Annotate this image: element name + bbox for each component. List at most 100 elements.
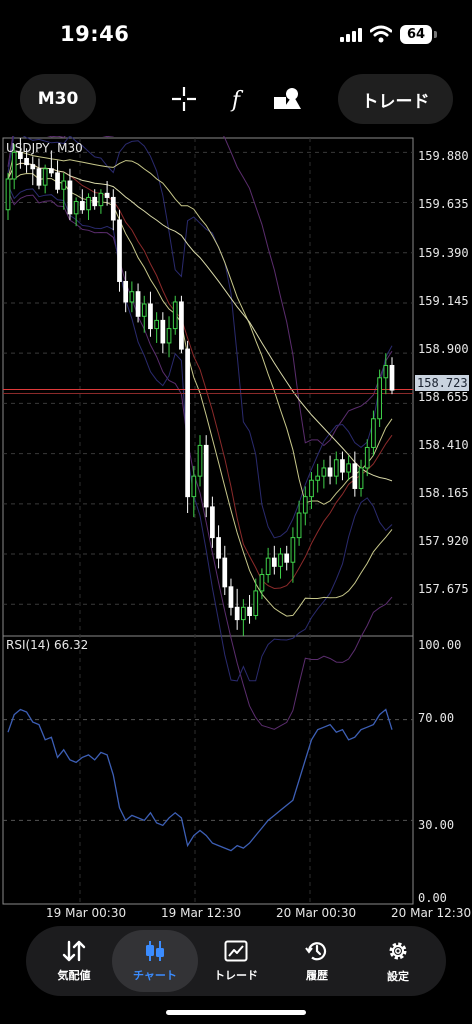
tab-label: 設定 bbox=[387, 969, 409, 983]
trade-button[interactable]: トレード bbox=[338, 74, 453, 124]
candle-body bbox=[61, 180, 67, 190]
candle-body bbox=[11, 151, 17, 180]
time-label: 20 Mar 12:30 bbox=[391, 906, 472, 920]
candle-body bbox=[166, 328, 172, 344]
candle-body bbox=[228, 586, 234, 608]
objects-icon[interactable] bbox=[272, 84, 302, 114]
candle-body bbox=[55, 172, 60, 190]
tab-history[interactable]: 履歴 bbox=[274, 930, 360, 992]
candle-body bbox=[259, 574, 265, 592]
candle-body bbox=[154, 319, 160, 330]
tab-settings[interactable]: 設定 bbox=[355, 930, 441, 992]
candle-body bbox=[364, 446, 370, 469]
candle-body bbox=[117, 219, 122, 282]
candle-body bbox=[389, 364, 395, 391]
status-bar: 19:46 64 bbox=[0, 0, 472, 70]
time-label: 19 Mar 00:30 bbox=[46, 906, 127, 920]
tab-label: 履歴 bbox=[306, 968, 328, 982]
candlestick-icon bbox=[146, 940, 164, 961]
chart-title: USDJPY, M30 bbox=[6, 141, 83, 155]
candle-body bbox=[123, 280, 129, 303]
rsi-level-label: 100.00 bbox=[418, 638, 462, 652]
candle-body bbox=[203, 444, 209, 508]
candle-body bbox=[141, 303, 147, 317]
price-label: 159.145 bbox=[418, 294, 469, 308]
home-indicator bbox=[166, 1010, 306, 1015]
candle-body bbox=[358, 467, 364, 489]
price-label: 157.675 bbox=[418, 582, 469, 596]
candle-body bbox=[222, 557, 228, 588]
price-label: 158.165 bbox=[418, 486, 469, 500]
candle-body bbox=[98, 192, 104, 207]
candle-body bbox=[24, 157, 29, 166]
candle-body bbox=[383, 364, 389, 379]
candle-body bbox=[271, 557, 277, 567]
cellular-signal-icon bbox=[340, 28, 362, 42]
rsi-level-label: 30.00 bbox=[418, 818, 455, 832]
candle-body bbox=[352, 463, 358, 489]
candle-body bbox=[36, 168, 42, 186]
candle-body bbox=[30, 164, 36, 170]
candle-body bbox=[290, 537, 296, 563]
candle-body bbox=[210, 506, 215, 539]
candle-body bbox=[309, 479, 314, 498]
battery-tip bbox=[434, 31, 437, 38]
price-label: 158.655 bbox=[418, 390, 469, 404]
candle-body bbox=[179, 301, 184, 350]
crosshair-icon[interactable] bbox=[169, 84, 199, 114]
candle-body bbox=[148, 303, 153, 330]
quotes-icon bbox=[62, 940, 86, 961]
tab-label: チャート bbox=[133, 968, 177, 982]
candle-body bbox=[247, 606, 252, 617]
candle-body bbox=[315, 475, 321, 481]
chart-frame bbox=[2, 137, 414, 905]
rsi-level-label: 0.00 bbox=[418, 891, 447, 905]
candle-body bbox=[327, 467, 333, 477]
candle-body bbox=[191, 475, 197, 498]
candle-body bbox=[86, 196, 91, 211]
current-price-tag: 158.723 bbox=[415, 375, 469, 391]
candle-body bbox=[340, 459, 345, 473]
time-label: 19 Mar 12:30 bbox=[161, 906, 242, 920]
candle-body bbox=[278, 553, 283, 567]
candle-body bbox=[67, 180, 73, 215]
candle-body bbox=[265, 557, 271, 576]
candle-body bbox=[73, 201, 79, 215]
timeframe-button[interactable]: M30 bbox=[20, 74, 96, 124]
candle-body bbox=[321, 467, 327, 477]
chart-canvas[interactable] bbox=[0, 136, 472, 926]
candle-body bbox=[216, 537, 221, 559]
envelope-lower bbox=[8, 172, 393, 617]
candle-body bbox=[197, 444, 203, 477]
gear-icon bbox=[389, 942, 407, 959]
tab-chart[interactable]: チャート bbox=[112, 930, 198, 992]
candle-body bbox=[160, 319, 166, 344]
price-label: 159.635 bbox=[418, 197, 469, 211]
candle-body bbox=[172, 301, 178, 330]
price-label: 157.920 bbox=[418, 534, 469, 548]
time-label: 20 Mar 00:30 bbox=[276, 906, 357, 920]
chart-toolbar: M30 f トレード bbox=[0, 70, 472, 130]
svg-text:f: f bbox=[230, 88, 244, 112]
candle-body bbox=[92, 196, 98, 207]
candle-body bbox=[42, 168, 48, 186]
rsi-title: RSI(14) 66.32 bbox=[6, 638, 89, 652]
candle-body bbox=[296, 512, 302, 539]
tab-trade[interactable]: トレード bbox=[193, 930, 279, 992]
tab-label: トレード bbox=[214, 968, 258, 982]
candle-body bbox=[48, 168, 54, 174]
battery-level: 64 bbox=[400, 25, 432, 44]
bottom-tab-bar: 気配値 チャート トレード 履歴 設定 bbox=[26, 926, 446, 996]
function-icon[interactable]: f bbox=[221, 84, 251, 114]
candle-body bbox=[240, 606, 246, 621]
candle-body bbox=[284, 553, 290, 563]
chart-area[interactable]: USDJPY, M30 159.880 159.635 159.390 159.… bbox=[0, 136, 472, 926]
candle-body bbox=[135, 291, 141, 317]
tab-quotes[interactable]: 気配値 bbox=[31, 930, 117, 992]
candle-body bbox=[333, 459, 339, 477]
candle-body bbox=[346, 463, 352, 473]
price-label: 159.390 bbox=[418, 246, 469, 260]
candle-body bbox=[253, 590, 259, 617]
price-label: 158.410 bbox=[418, 438, 469, 452]
candle-body bbox=[110, 196, 116, 221]
